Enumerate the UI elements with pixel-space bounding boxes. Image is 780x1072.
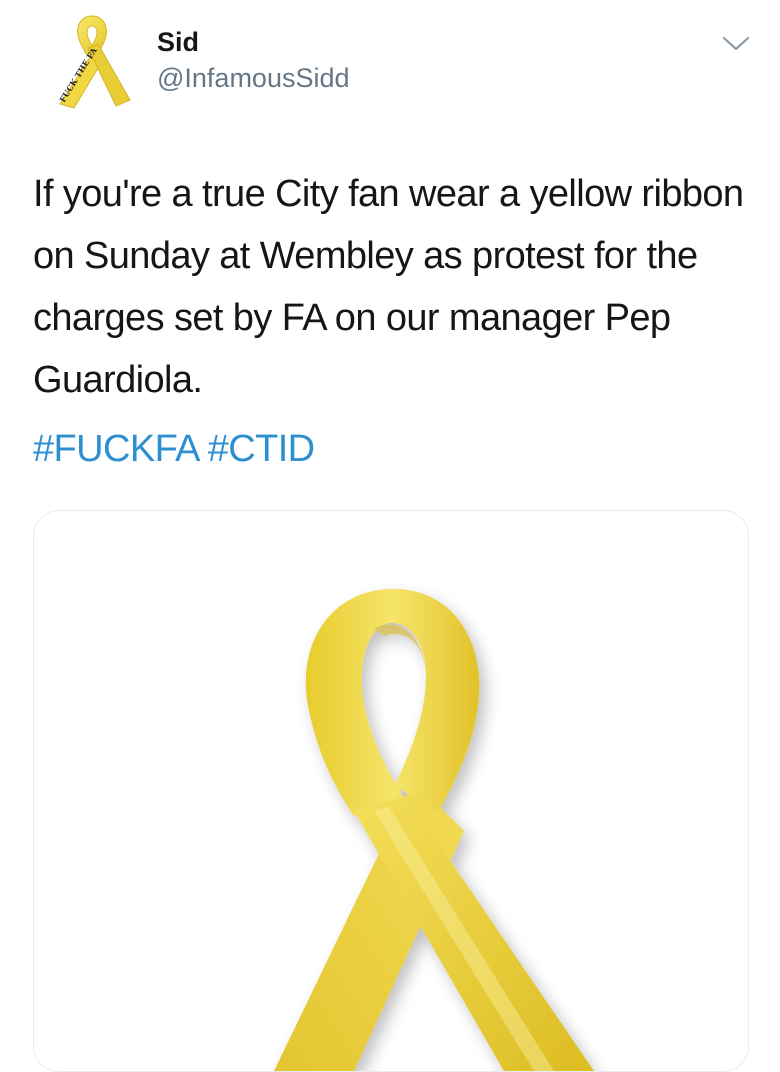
hashtag-link[interactable]: #CTID: [208, 428, 315, 470]
media-image[interactable]: [33, 510, 749, 1072]
tweet: FUCK THE FA Sid @InfamousSidd If you're …: [0, 0, 780, 1072]
chevron-down-icon[interactable]: [721, 34, 751, 54]
hashtag-list: #FUCKFA #CTID: [33, 418, 315, 480]
tweet-text: If you're a true City fan wear a yellow …: [33, 173, 744, 401]
display-name[interactable]: Sid: [157, 26, 350, 58]
yellow-ribbon-image: [274, 588, 594, 1071]
user-handle[interactable]: @InfamousSidd: [157, 62, 350, 94]
hashtag-link[interactable]: #FUCKFA: [33, 428, 198, 470]
user-info: Sid @InfamousSidd: [157, 26, 350, 94]
avatar[interactable]: FUCK THE FA: [52, 8, 132, 110]
yellow-ribbon-icon: FUCK THE FA: [57, 15, 131, 109]
